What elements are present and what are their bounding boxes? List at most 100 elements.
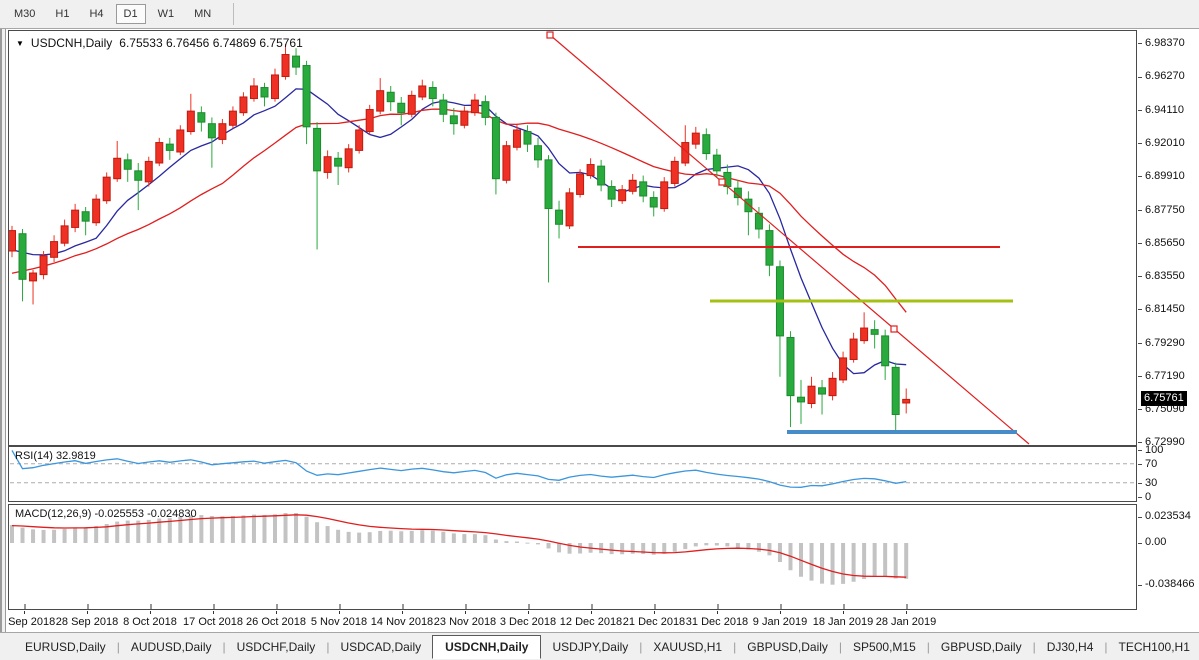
date-axis-label: 18 Jan 2019 <box>810 616 876 628</box>
timeframe-button-d1[interactable]: D1 <box>116 4 146 24</box>
price-axis-tick <box>1138 43 1142 44</box>
rsi-axis-tick <box>1138 483 1142 484</box>
price-axis-label: 6.83550 <box>1145 270 1185 282</box>
tabs-holder: EURUSD,Daily|AUDUSD,Daily|USDCHF,Daily|U… <box>14 635 1199 659</box>
price-axis-tick <box>1138 343 1142 344</box>
chart-tab-bar: EURUSD,Daily|AUDUSD,Daily|USDCHF,Daily|U… <box>0 632 1199 660</box>
price-chart-pane[interactable]: ▼ USDCNH,Daily 6.75533 6.76456 6.74869 6… <box>8 30 1137 446</box>
price-axis-label: 6.77190 <box>1145 370 1185 382</box>
date-axis-tick <box>654 611 655 614</box>
date-axis-tick <box>528 611 529 614</box>
chart-dropdown-icon[interactable]: ▼ <box>16 39 24 48</box>
trading-terminal-window: M30 H1 H4 D1 W1 MN ▼ USDCNH,Daily 6.7553… <box>0 0 1199 660</box>
symbol-tab-gbpusd[interactable]: GBPUSD,Daily <box>736 636 839 658</box>
date-axis-label: 12 Dec 2018 <box>558 616 624 628</box>
timeframe-toolbar: M30 H1 H4 D1 W1 MN <box>0 0 1199 29</box>
date-axis-tick <box>276 611 277 614</box>
date-axis-tick <box>213 611 214 614</box>
price-axis-tick <box>1138 176 1142 177</box>
price-axis-tick <box>1138 442 1142 443</box>
macd-indicator-pane[interactable]: MACD(12,26,9) -0.025553 -0.024830 <box>8 504 1137 610</box>
chart-title-row: ▼ USDCNH,Daily 6.75533 6.76456 6.74869 6… <box>16 36 303 50</box>
price-axis-tick <box>1138 376 1142 377</box>
date-axis-tick <box>24 611 25 614</box>
price-axis[interactable]: 6.75761 6.983706.962706.941106.920106.89… <box>1138 30 1199 446</box>
date-axis-label: 31 Dec 2018 <box>684 616 750 628</box>
price-axis-tick <box>1138 110 1142 111</box>
symbol-tab-usdjpy[interactable]: USDJPY,Daily <box>541 636 639 658</box>
price-axis-tick <box>1138 276 1142 277</box>
price-axis-label: 6.94110 <box>1145 104 1184 116</box>
date-axis-label: 28 Sep 2018 <box>54 616 120 628</box>
date-axis-tick <box>150 611 151 614</box>
symbol-tab-xauusd[interactable]: XAUUSD,H1 <box>642 636 733 658</box>
rsi-chart[interactable] <box>9 447 1136 501</box>
rsi-axis-tick <box>1138 464 1142 465</box>
price-axis-label: 6.96270 <box>1145 70 1185 82</box>
date-axis-label: 21 Dec 2018 <box>621 616 687 628</box>
timeframe-button-mn[interactable]: MN <box>186 4 219 24</box>
symbol-tab-dj30[interactable]: DJ30,H4 <box>1036 636 1105 658</box>
rsi-scale-axis: 100 70 30 0 <box>1138 446 1199 502</box>
symbol-tab-tech100[interactable]: TECH100,H1 <box>1108 636 1199 658</box>
price-axis-label: 6.79290 <box>1145 337 1185 349</box>
symbol-tab-usdcad[interactable]: USDCAD,Daily <box>329 636 432 658</box>
toolbar-separator <box>233 3 234 25</box>
rsi-axis-label: 30 <box>1145 477 1157 489</box>
macd-label: MACD(12,26,9) -0.025553 -0.024830 <box>15 508 197 520</box>
price-axis-label: 6.98370 <box>1145 37 1185 49</box>
date-axis-label: 8 Oct 2018 <box>117 616 183 628</box>
date-axis-label: 28 Jan 2019 <box>873 616 939 628</box>
macd-axis-tick <box>1138 585 1142 586</box>
macd-axis-label: -0.038466 <box>1145 578 1195 590</box>
symbol-tab-sp500[interactable]: SP500,M15 <box>842 636 927 658</box>
price-axis-label: 6.87750 <box>1145 204 1185 216</box>
symbol-tab-gbpusd[interactable]: GBPUSD,Daily <box>930 636 1033 658</box>
date-axis-label: 5 Nov 2018 <box>306 616 372 628</box>
rsi-axis-label: 70 <box>1145 458 1157 470</box>
macd-scale-axis: 0.0235340.00-0.038466 <box>1138 504 1199 610</box>
price-axis-tick <box>1138 309 1142 310</box>
date-axis-tick <box>843 611 844 614</box>
date-axis-tick <box>87 611 88 614</box>
symbol-tab-audusd[interactable]: AUDUSD,Daily <box>120 636 223 658</box>
window-left-edge <box>0 29 6 632</box>
date-axis-label: 14 Nov 2018 <box>369 616 435 628</box>
timeframe-button-h4[interactable]: H4 <box>81 4 111 24</box>
date-axis-tick <box>780 611 781 614</box>
date-axis-label: 19 Sep 2018 <box>8 616 57 628</box>
symbol-tab-eurusd[interactable]: EURUSD,Daily <box>14 636 117 658</box>
rsi-axis-tick <box>1138 497 1142 498</box>
price-axis-tick <box>1138 210 1142 211</box>
timeframe-button-m30[interactable]: M30 <box>6 4 43 24</box>
symbol-tab-usdcnh[interactable]: USDCNH,Daily <box>432 635 541 659</box>
macd-axis-label: 0.00 <box>1145 536 1166 548</box>
chart-ohlc-values: 6.75533 6.76456 6.74869 6.75761 <box>119 36 303 50</box>
rsi-axis-tick <box>1138 450 1142 451</box>
timeframe-button-w1[interactable]: W1 <box>150 4 183 24</box>
price-axis-label: 6.85650 <box>1145 237 1185 249</box>
macd-axis-tick <box>1138 517 1142 518</box>
macd-axis-tick <box>1138 543 1142 544</box>
symbol-tab-usdchf[interactable]: USDCHF,Daily <box>226 636 327 658</box>
macd-chart[interactable] <box>9 505 1136 609</box>
date-axis[interactable]: 19 Sep 201828 Sep 20188 Oct 201817 Oct 2… <box>8 611 1137 632</box>
price-axis-tick <box>1138 243 1142 244</box>
price-axis-label: 6.89910 <box>1145 170 1185 182</box>
date-axis-tick <box>465 611 466 614</box>
date-axis-label: 23 Nov 2018 <box>432 616 498 628</box>
rsi-axis-label: 0 <box>1145 491 1151 503</box>
price-axis-label: 6.81450 <box>1145 303 1185 315</box>
candlestick-chart[interactable] <box>9 31 1136 445</box>
date-axis-tick <box>906 611 907 614</box>
date-axis-tick <box>402 611 403 614</box>
rsi-axis-label: 100 <box>1145 444 1163 456</box>
date-axis-label: 26 Oct 2018 <box>243 616 309 628</box>
date-axis-label: 3 Dec 2018 <box>495 616 561 628</box>
rsi-indicator-pane[interactable]: RSI(14) 32.9819 <box>8 446 1137 502</box>
date-axis-tick <box>339 611 340 614</box>
price-axis-tick <box>1138 409 1142 410</box>
timeframe-button-h1[interactable]: H1 <box>47 4 77 24</box>
chart-symbol-title: USDCNH,Daily <box>31 36 112 50</box>
date-axis-label: 17 Oct 2018 <box>180 616 246 628</box>
